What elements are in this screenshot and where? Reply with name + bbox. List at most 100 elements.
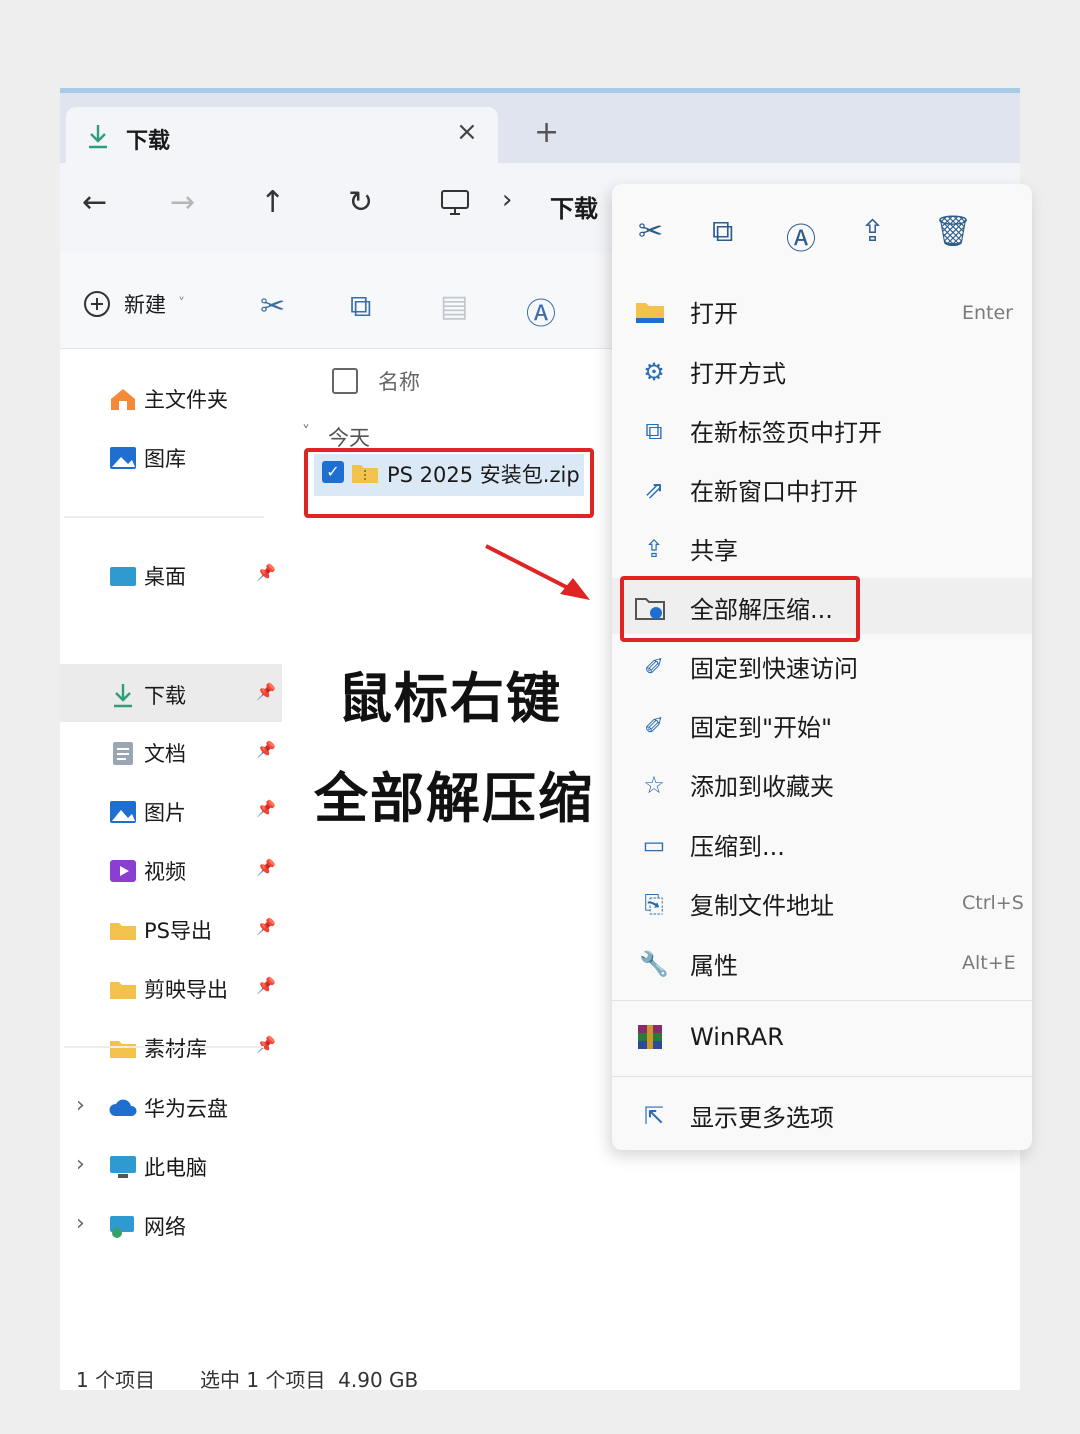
sidebar-item-network[interactable]: 网络: [108, 1211, 186, 1241]
winrar-icon: [638, 1025, 662, 1049]
pin-icon: 📌: [256, 858, 276, 877]
pin-start-icon: ✐: [643, 711, 665, 740]
chevron-right-icon[interactable]: ›: [76, 1211, 85, 1236]
sidebar-item-ps-export[interactable]: PS导出: [108, 915, 212, 945]
selection-info: 选中 1 个项目 4.90 GB: [200, 1368, 419, 1390]
menu-item-add-favorites[interactable]: ☆ 添加到收藏夹: [634, 767, 834, 802]
menu-item-label: 在新窗口中打开: [690, 478, 858, 506]
sidebar-item-label: 下载: [144, 684, 186, 708]
sidebar-item-this-pc[interactable]: 此电脑: [108, 1152, 207, 1182]
paste-icon[interactable]: ▤: [440, 289, 468, 324]
status-bar: 1 个项目 选中 1 个项目 4.90 GB: [60, 1358, 1020, 1390]
sidebar-item-label: 图片: [144, 801, 186, 825]
sidebar-item-home[interactable]: 主文件夹: [108, 384, 228, 414]
share-icon[interactable]: ⇪: [860, 214, 885, 249]
open-with-icon: ⚙: [643, 357, 665, 386]
home-icon: [111, 389, 135, 410]
chevron-down-icon[interactable]: ˅: [302, 422, 310, 441]
sidebar-item-documents[interactable]: 文档: [108, 738, 186, 768]
menu-item-show-more[interactable]: ⇱ 显示更多选项: [634, 1098, 834, 1133]
pin-icon: 📌: [256, 740, 276, 759]
sidebar-divider: [64, 516, 264, 518]
sidebar-item-label: 此电脑: [144, 1156, 207, 1180]
download-icon: [114, 684, 132, 708]
pictures-icon: [110, 801, 136, 823]
menu-item-label: 压缩到...: [690, 833, 785, 861]
pc-icon: [110, 1156, 136, 1178]
copy-icon[interactable]: ⧉: [350, 289, 371, 324]
sidebar-item-label: 桌面: [144, 565, 186, 589]
rename-icon[interactable]: Ⓐ: [526, 289, 556, 333]
close-tab-icon[interactable]: ×: [456, 117, 478, 147]
menu-item-label: 属性: [690, 952, 738, 980]
menu-item-pin-quick-access[interactable]: ✐ 固定到快速访问: [634, 649, 858, 684]
menu-shortcut: Ctrl+S: [962, 892, 1024, 914]
name-column-header[interactable]: 名称: [378, 366, 420, 396]
address-bar[interactable]: › 下载: [430, 179, 620, 229]
compress-icon: ▭: [642, 830, 666, 859]
new-button[interactable]: 新建 ˅: [82, 289, 185, 319]
pin-icon: 📌: [256, 682, 276, 701]
menu-item-winrar[interactable]: WinRAR: [634, 1022, 784, 1052]
menu-item-label: 共享: [690, 537, 738, 565]
sidebar-item-label: 主文件夹: [144, 388, 228, 412]
pin-icon: 📌: [256, 563, 276, 582]
copy-icon[interactable]: ⧉: [712, 214, 733, 249]
sidebar-item-label: 网络: [144, 1215, 186, 1239]
sidebar-item-downloads[interactable]: 下载: [108, 680, 186, 710]
sidebar-item-label: 剪映导出: [144, 978, 228, 1002]
tab-downloads[interactable]: 下载 ×: [66, 107, 498, 163]
forward-icon[interactable]: →: [170, 185, 195, 220]
menu-item-pin-start[interactable]: ✐ 固定到"开始": [634, 708, 832, 743]
network-icon: [110, 1216, 134, 1238]
menu-item-label: 显示更多选项: [690, 1104, 834, 1132]
gallery-icon: [110, 447, 136, 469]
file-highlight-box: [304, 448, 594, 518]
delete-icon[interactable]: 🗑: [934, 214, 972, 249]
back-icon[interactable]: ←: [82, 185, 107, 220]
pin-icon: ✐: [643, 652, 665, 681]
menu-item-label: 打开: [690, 300, 738, 328]
sidebar-item-videos[interactable]: 视频: [108, 856, 186, 886]
sidebar-item-pictures[interactable]: 图片: [108, 797, 186, 827]
sidebar-item-jianying-export[interactable]: 剪映导出: [108, 974, 228, 1004]
copy-path-icon: ⎘: [644, 889, 664, 918]
menu-item-share[interactable]: ⇪ 共享: [634, 531, 738, 566]
annotation-line1: 鼠标右键: [338, 667, 562, 730]
menu-item-copy-path[interactable]: ⎘ 复制文件地址: [634, 886, 834, 921]
annotation-line2: 全部解压缩: [314, 767, 594, 830]
pin-icon: 📌: [256, 1035, 276, 1054]
sidebar-item-gallery[interactable]: 图库: [108, 443, 186, 473]
desktop-folder-icon: [110, 567, 136, 586]
arrow-annotation-icon: [485, 544, 590, 600]
cut-icon[interactable]: ✂: [260, 289, 285, 324]
folder-icon: [110, 923, 136, 940]
refresh-icon[interactable]: ↻: [348, 185, 373, 220]
up-icon[interactable]: ↑: [260, 185, 285, 220]
documents-icon: [113, 742, 133, 765]
properties-icon: 🔧: [639, 949, 669, 978]
chevron-down-icon: ˅: [178, 296, 185, 312]
new-tab-icon: ⧉: [645, 416, 663, 445]
rename-icon[interactable]: Ⓐ: [786, 214, 816, 258]
sidebar-item-desktop[interactable]: 桌面: [108, 561, 186, 591]
select-all-checkbox[interactable]: [332, 368, 358, 394]
menu-item-open-new-window[interactable]: ⇗ 在新窗口中打开: [634, 472, 858, 507]
sidebar-item-huawei-cloud[interactable]: 华为云盘: [108, 1093, 228, 1123]
sidebar-item-assets[interactable]: 素材库: [108, 1033, 207, 1063]
star-icon: ☆: [643, 770, 665, 799]
menu-item-properties[interactable]: 🔧 属性: [634, 946, 738, 981]
menu-item-open-with[interactable]: ⚙ 打开方式: [634, 354, 786, 389]
menu-item-open[interactable]: 打开: [634, 294, 738, 329]
chevron-right-icon[interactable]: ›: [76, 1093, 85, 1118]
menu-item-compress[interactable]: ▭ 压缩到...: [634, 827, 785, 862]
add-tab-icon[interactable]: +: [534, 115, 559, 150]
extract-all-highlight-box: [620, 576, 860, 642]
chevron-right-icon[interactable]: ›: [76, 1152, 85, 1177]
cut-icon[interactable]: ✂: [638, 214, 663, 249]
breadcrumb[interactable]: 下载: [550, 189, 598, 224]
pin-icon: 📌: [256, 799, 276, 818]
menu-item-open-new-tab[interactable]: ⧉ 在新标签页中打开: [634, 413, 882, 448]
pin-icon: 📌: [256, 917, 276, 936]
sidebar-item-label: PS导出: [144, 919, 212, 943]
